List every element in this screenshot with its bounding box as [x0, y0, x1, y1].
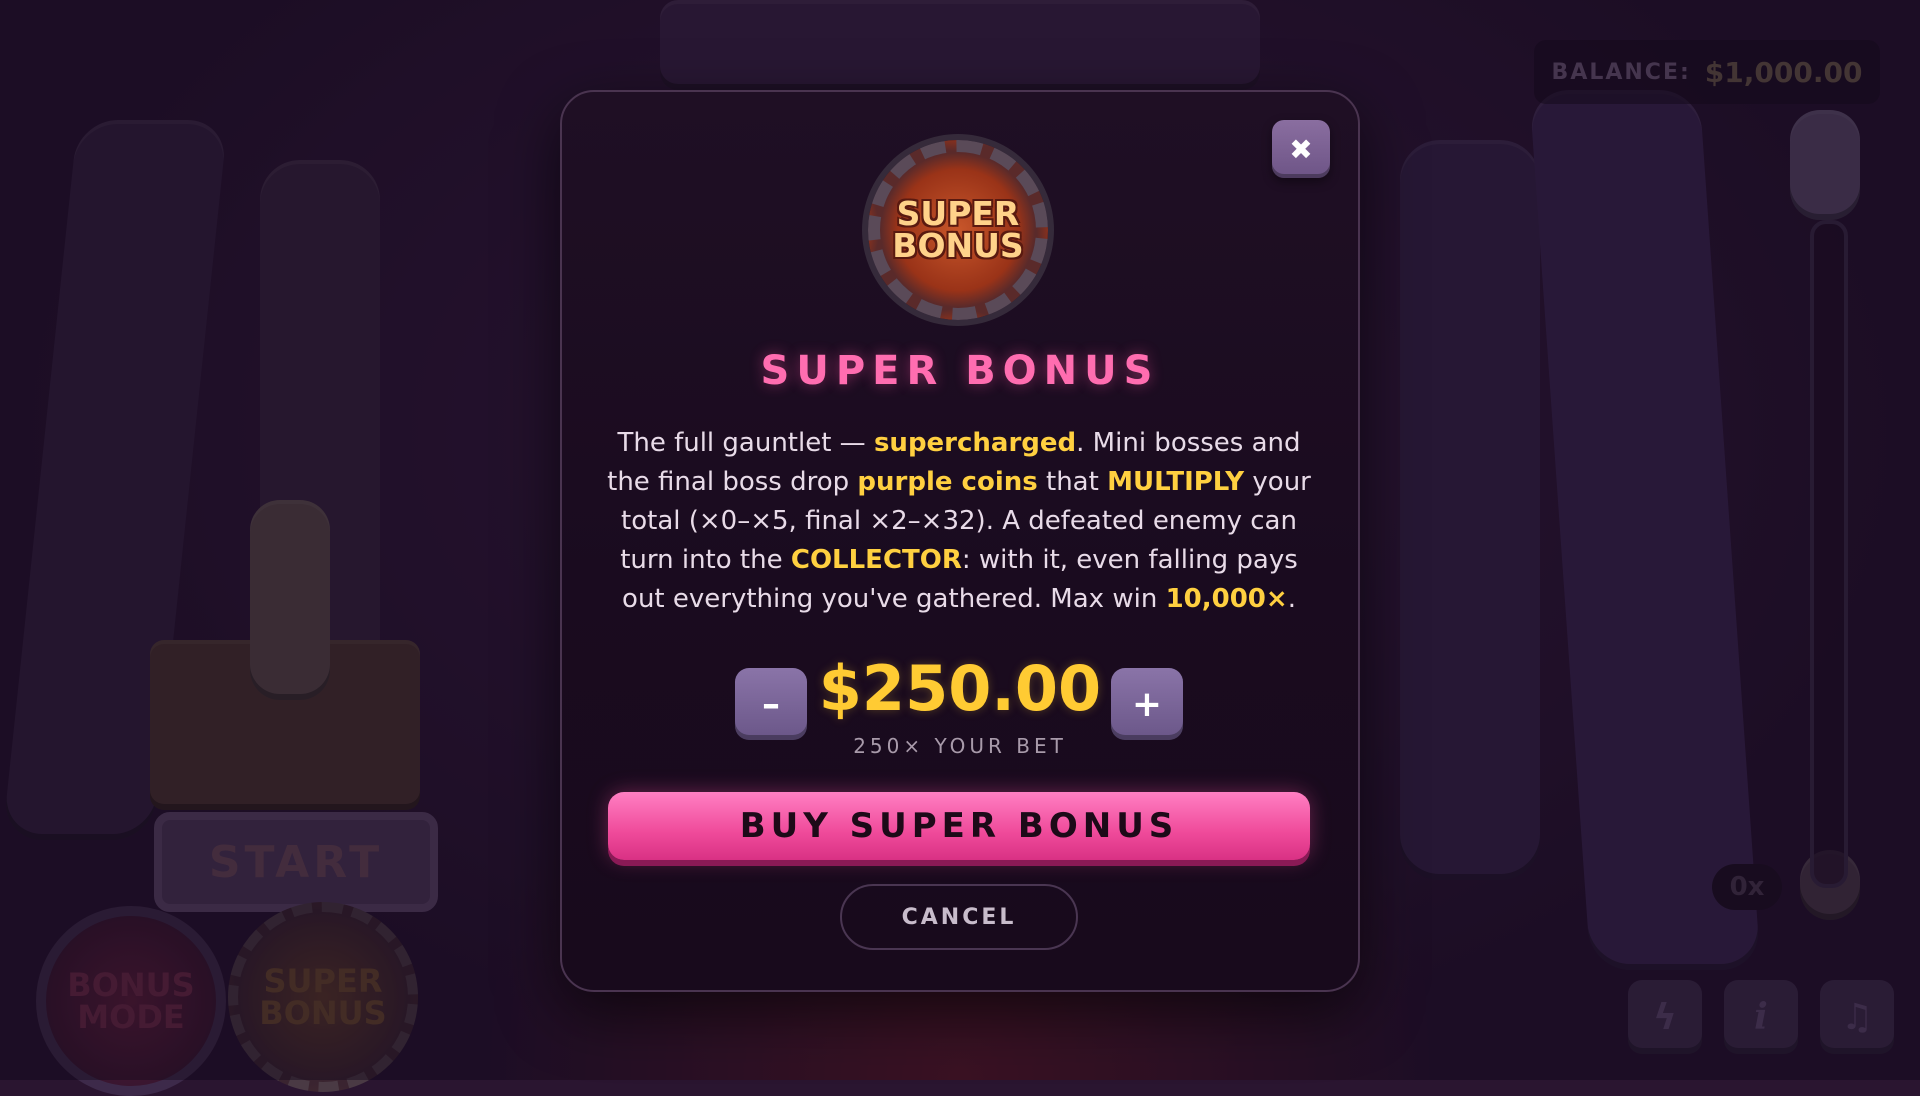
minus-icon: –	[762, 683, 780, 725]
bet-multiplier-label: 250× YOUR BET	[853, 734, 1067, 758]
modal-description: The full gauntlet — supercharged. Mini b…	[604, 424, 1314, 619]
desc-highlight: supercharged	[873, 428, 1077, 458]
plus-icon: +	[1131, 683, 1163, 725]
desc-highlight: COLLECTOR	[790, 545, 962, 575]
decrease-bet-button[interactable]: –	[735, 668, 807, 740]
desc-highlight: purple coins	[857, 467, 1038, 497]
bonus-price: $250.00	[818, 652, 1102, 725]
logo-line-2: BONUS	[892, 226, 1024, 265]
desc-text: that	[1037, 467, 1108, 497]
increase-bet-button[interactable]: +	[1111, 668, 1183, 740]
desc-text: .	[1287, 584, 1296, 614]
desc-highlight: MULTIPLY	[1107, 467, 1245, 497]
super-bonus-logo: SUPER BONUS	[868, 140, 1048, 320]
close-button[interactable]: ✖	[1272, 120, 1330, 178]
desc-text: The full gauntlet —	[617, 428, 874, 458]
desc-highlight: 10,000×	[1165, 584, 1288, 614]
modal-title: SUPER BONUS	[760, 348, 1160, 394]
cancel-button[interactable]: CANCEL	[840, 884, 1078, 950]
buy-super-bonus-button[interactable]: BUY SUPER BONUS	[608, 792, 1310, 860]
close-icon: ✖	[1289, 132, 1313, 166]
